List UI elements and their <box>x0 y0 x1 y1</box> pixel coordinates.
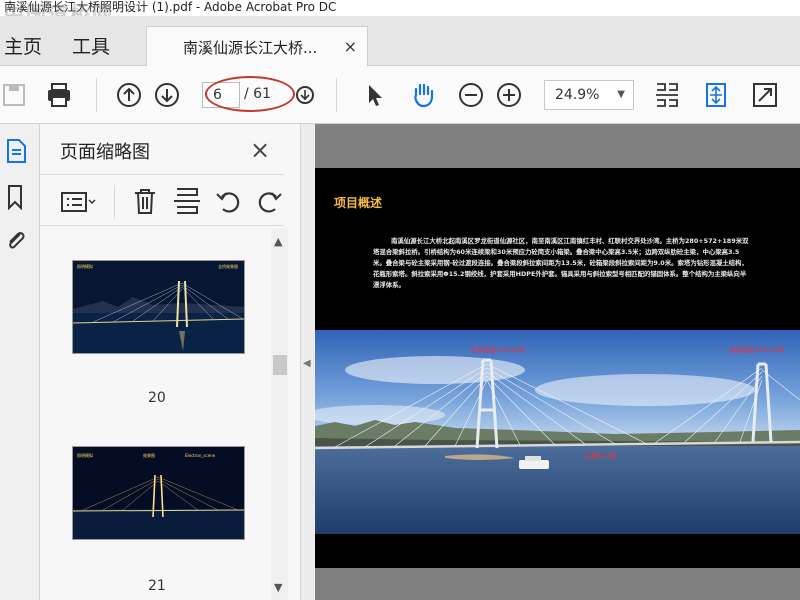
thumbnail-caption: 全桥效果图 <box>218 264 238 269</box>
toolbar-separator <box>114 185 115 219</box>
scroll-up-icon[interactable]: ▲ <box>274 235 282 248</box>
page-thumbnails-icon <box>7 139 26 163</box>
thumbnail-caption: Electron_scene <box>185 453 216 458</box>
north-tower-label: 北塔高度170.00米 <box>470 346 526 354</box>
collapse-panel-handle[interactable]: ◀ <box>300 124 314 600</box>
cursor-arrow-icon <box>369 85 382 106</box>
main-span-label: 主跨572米 <box>585 452 617 460</box>
delete-page-button[interactable] <box>130 187 160 215</box>
panel-title: 页面缩略图 <box>60 142 150 163</box>
list-options-icon <box>61 192 96 212</box>
hand-tool-button[interactable] <box>408 80 438 110</box>
minus-circle-icon <box>459 83 483 107</box>
thumbnail-caption: 照明模拟 <box>77 264 93 269</box>
expand-icon <box>753 83 777 107</box>
printer-icon <box>48 83 70 107</box>
bridge-night-thumbnail-image <box>73 447 244 539</box>
collapse-arrow-icon: ◀ <box>303 358 311 369</box>
document-tab-label: 南溪仙源长江大桥... <box>183 39 318 57</box>
zoom-out-button[interactable] <box>456 80 486 110</box>
toolbar-separator <box>96 78 97 112</box>
bridge-photo: 北塔高度170.00米 南塔高度160.22米 主跨572米 <box>315 330 800 534</box>
attachments-pane-button[interactable] <box>4 228 28 254</box>
document-view[interactable]: 项目概述 南溪仙源长江大桥北起南溪区罗龙街道仙源社区，南至南溪区江南镇红丰村、红… <box>315 124 800 600</box>
select-tool-button[interactable] <box>360 80 390 110</box>
pdf-page: 项目概述 南溪仙源长江大桥北起南溪区罗龙街道仙源社区，南至南溪区江南镇红丰村、红… <box>315 168 800 568</box>
chevron-down-icon: ▼ <box>617 89 625 100</box>
zoom-in-button[interactable] <box>494 80 524 110</box>
tab-tools[interactable]: 工具 <box>72 32 110 59</box>
toolbar-separator <box>336 78 337 112</box>
thumbnails-pane-button[interactable] <box>4 138 28 164</box>
scroll-down-icon[interactable]: ▼ <box>274 581 282 594</box>
rotate-clockwise-icon <box>258 192 282 213</box>
full-screen-button[interactable] <box>750 80 780 110</box>
thumbnail-page-number: 20 <box>148 390 166 406</box>
thumbnail-list: 照明模拟 全桥效果图 20 照明模拟 效果图 Electron_scene 21 <box>40 228 284 600</box>
bridge-night-thumbnail-image <box>73 261 244 353</box>
previous-page-button[interactable] <box>114 80 144 110</box>
close-tab-icon[interactable]: × <box>344 37 357 56</box>
plus-circle-icon <box>497 83 521 107</box>
zoom-select[interactable]: 24.9% ▼ <box>544 80 634 110</box>
zoom-value: 24.9% <box>555 87 600 103</box>
page-thumbnail[interactable]: 照明模拟 效果图 Electron_scene <box>72 446 245 540</box>
bookmarks-pane-button[interactable] <box>4 184 28 211</box>
red-annotation-oval <box>205 76 295 112</box>
page-thumbnail[interactable]: 照明模拟 全桥效果图 <box>72 260 245 354</box>
rotate-counterclockwise-icon <box>216 192 240 213</box>
rotate-left-button[interactable] <box>214 187 244 215</box>
tab-bar: 主页 工具 南溪仙源长江大桥... × <box>0 16 800 67</box>
main-toolbar <box>0 66 800 124</box>
rotate-right-button[interactable] <box>254 187 284 215</box>
magnifier-icon <box>296 86 314 104</box>
save-button[interactable] <box>0 80 30 110</box>
insert-pages-icon <box>174 188 200 214</box>
bookmark-icon <box>8 185 22 211</box>
window-title: 南溪仙源长江大桥照明设计 (1).pdf - Adobe Acrobat Pro… <box>4 0 337 14</box>
tab-home[interactable]: 主页 <box>4 32 42 59</box>
page-body-text: 南溪仙源长江大桥北起南溪区罗龙街道仙源社区，南至南溪区江南镇红丰村、红联村交界处… <box>373 237 749 289</box>
bridge-photo-image <box>315 330 800 534</box>
thumbnail-options-button[interactable] <box>60 187 100 215</box>
trash-icon <box>135 189 155 214</box>
page-heading: 项目概述 <box>334 196 383 210</box>
thumbnail-caption: 照明模拟 <box>77 453 93 458</box>
paperclip-icon <box>9 231 25 249</box>
left-navigation-rail <box>0 124 40 600</box>
fit-page-icon <box>706 83 726 107</box>
hand-icon <box>414 83 434 108</box>
thumbnail-page-number: 21 <box>148 578 166 594</box>
thumbnail-caption: 效果图 <box>143 453 155 458</box>
south-tower-label: 南塔高度160.22米 <box>729 346 785 354</box>
arrow-up-circle-icon <box>117 83 141 107</box>
scrollbar-thumb[interactable] <box>273 355 287 375</box>
fit-width-icon <box>656 83 678 107</box>
arrow-down-circle-icon <box>155 83 179 107</box>
save-icon <box>3 84 25 106</box>
panel-toolbar <box>40 174 284 226</box>
next-page-button[interactable] <box>152 80 182 110</box>
thumbnail-scrollbar[interactable]: ▲ ▼ <box>271 229 288 600</box>
fit-page-button[interactable] <box>701 80 731 110</box>
fit-width-button[interactable] <box>652 80 682 110</box>
close-panel-icon[interactable]: × <box>250 136 270 164</box>
document-tab[interactable]: 南溪仙源长江大桥... × <box>146 26 368 67</box>
thumbnail-panel: 页面缩略图 × 照明模拟 全桥效果图 20 照明模拟 效果图 Electron_… <box>40 124 300 600</box>
window-title-bar: 南溪仙源长江大桥照明设计 (1).pdf - Adobe Acrobat Pro… <box>0 0 800 16</box>
print-button[interactable] <box>44 80 74 110</box>
insert-page-button[interactable] <box>172 187 202 215</box>
